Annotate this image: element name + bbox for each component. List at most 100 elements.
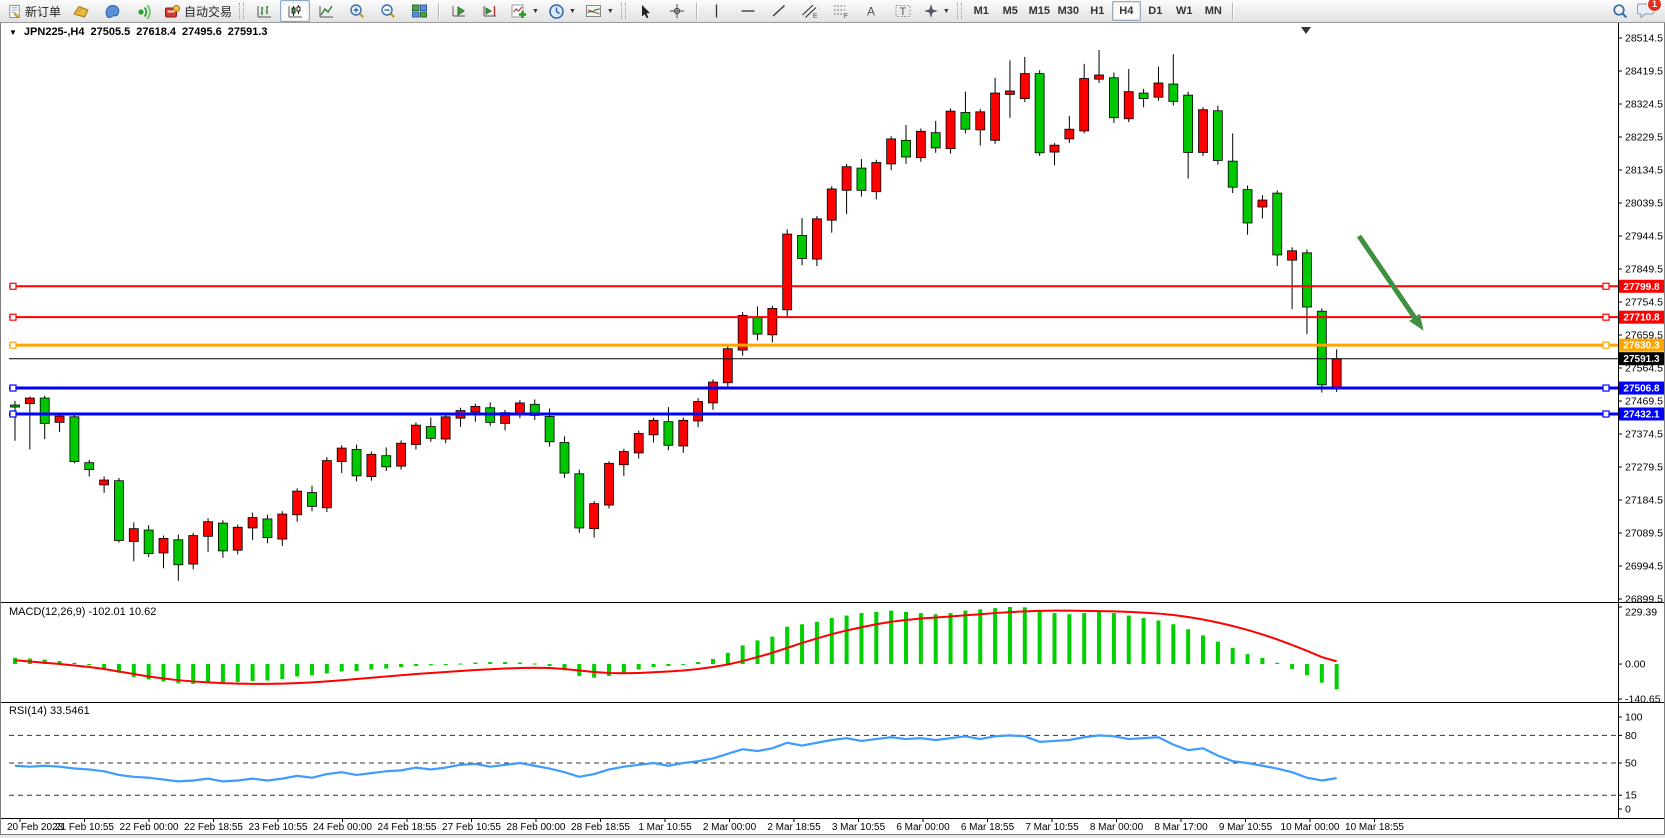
one-click-trading-toggle[interactable]: ▼ [9, 28, 17, 37]
quote-line: ▼ JPN225-,H4 27505.5 27618.4 27495.6 275… [9, 26, 268, 38]
text-button[interactable]: A [857, 0, 887, 22]
bar-chart-button[interactable] [249, 0, 279, 22]
timeframe-W1[interactable]: W1 [1170, 1, 1199, 21]
horizontal-line-icon [740, 3, 756, 19]
candle-body [397, 443, 406, 466]
line-handle[interactable] [10, 342, 16, 348]
fibonacci-button[interactable]: F [826, 0, 856, 22]
line-handle[interactable] [10, 283, 16, 289]
candlestick [812, 216, 821, 266]
auto-trading-icon [163, 3, 181, 20]
zoom-out-button[interactable] [373, 0, 403, 22]
tile-windows-button[interactable] [404, 0, 434, 22]
candle-body [278, 514, 287, 539]
candlestick [560, 436, 569, 478]
svg-text:A: A [867, 5, 875, 19]
line-handle[interactable] [1603, 411, 1609, 417]
wallet-button[interactable] [66, 0, 96, 22]
candle-body [753, 317, 762, 334]
candle-body [931, 133, 940, 148]
timeframe-M30[interactable]: M30 [1054, 1, 1083, 21]
price-axis-label: 27659.5 [1625, 330, 1663, 342]
candle-body [85, 463, 94, 470]
line-handle[interactable] [1603, 342, 1609, 348]
candlestick [887, 136, 896, 170]
vertical-line-button[interactable] [702, 0, 732, 22]
auto-trading-button[interactable]: 自动交易 [159, 0, 236, 22]
toolbar-drag-handle[interactable] [621, 3, 626, 19]
macd-histogram-bar [859, 613, 863, 664]
search-button[interactable] [1605, 0, 1635, 22]
timeframe-H4[interactable]: H4 [1112, 1, 1141, 21]
auto-scroll-button[interactable] [444, 0, 474, 22]
chart-shift-marker[interactable] [1301, 27, 1311, 34]
price-axis[interactable]: 28514.528419.528324.528229.528134.528039… [1618, 33, 1663, 816]
notification-badge[interactable]: 1 [1647, 0, 1662, 12]
candle-body [783, 234, 792, 310]
arrows-button[interactable]: ▼ [919, 0, 954, 22]
text-label-button[interactable]: T [888, 0, 918, 22]
line-handle[interactable] [10, 385, 16, 391]
candlestick [114, 478, 123, 543]
zoom-in-button[interactable] [342, 0, 372, 22]
signals-button[interactable] [128, 0, 158, 22]
toolbar-drag-handle[interactable] [957, 3, 962, 19]
messenger-button[interactable] [97, 0, 127, 22]
line-handle[interactable] [1603, 283, 1609, 289]
line-handle[interactable] [10, 411, 16, 417]
timeframe-M1[interactable]: M1 [967, 1, 996, 21]
price-badge-text: 27799.8 [1623, 282, 1660, 293]
templates-button[interactable]: ▼ [581, 0, 618, 22]
time-axis-label: 2 Mar 18:55 [767, 822, 821, 833]
new-order-button[interactable]: 新订单 [3, 0, 65, 22]
macd-histogram-bar [1305, 664, 1309, 675]
candle-body [114, 481, 123, 541]
trendline-button[interactable] [764, 0, 794, 22]
line-handle[interactable] [10, 314, 16, 320]
candlestick [976, 109, 985, 145]
indicator-axis-label: -140.65 [1625, 694, 1661, 706]
candle-body [1228, 161, 1237, 187]
candle-body [1139, 93, 1148, 99]
toolbar-separator [1232, 3, 1234, 20]
candle-body [411, 425, 420, 444]
timeframe-MN[interactable]: MN [1199, 1, 1228, 21]
macd-histogram-bar [696, 662, 700, 664]
price-axis-label: 27754.5 [1625, 297, 1663, 309]
candlestick-chart-button[interactable] [280, 0, 310, 22]
periods-button[interactable]: ▼ [544, 0, 580, 22]
chart-shift-button[interactable] [475, 0, 505, 22]
candlestick [426, 418, 435, 442]
line-handle[interactable] [1603, 385, 1609, 391]
horizontal-line-button[interactable] [733, 0, 763, 22]
candlestick [411, 422, 420, 449]
timeframe-M15[interactable]: M15 [1025, 1, 1054, 21]
indicators-button[interactable]: ▼ [506, 0, 543, 22]
candlestick [902, 125, 911, 164]
auto-scroll-icon [451, 3, 468, 19]
toolbar-drag-handle[interactable] [239, 3, 244, 19]
templates-icon [585, 3, 603, 19]
arrow-shaft[interactable] [1359, 236, 1419, 324]
timeframe-H1[interactable]: H1 [1083, 1, 1112, 21]
crosshair-button[interactable] [662, 0, 692, 22]
macd-histogram-bar [1231, 648, 1235, 664]
indicators-icon [510, 3, 528, 20]
candlestick [456, 408, 465, 427]
candlestick [55, 414, 64, 432]
time-axis[interactable]: 20 Feb 202321 Feb 10:5522 Feb 00:0022 Fe… [7, 819, 1404, 834]
macd-histogram-bar [711, 659, 715, 664]
line-handle[interactable] [1603, 314, 1609, 320]
candle-body [218, 523, 227, 551]
macd-histogram-bar [414, 664, 418, 666]
line-chart-button[interactable] [311, 0, 341, 22]
chat-button[interactable]: 1 [1636, 1, 1656, 22]
timeframe-D1[interactable]: D1 [1141, 1, 1170, 21]
candlestick [872, 160, 881, 200]
chart-canvas[interactable]: 27799.827710.827630.327591.327506.827432… [1, 23, 1664, 833]
cursor-button[interactable] [631, 0, 661, 22]
time-axis-label: 22 Feb 18:55 [184, 822, 243, 833]
equidistant-channel-button[interactable]: E [795, 0, 825, 22]
candlestick [842, 164, 851, 214]
timeframe-M5[interactable]: M5 [996, 1, 1025, 21]
